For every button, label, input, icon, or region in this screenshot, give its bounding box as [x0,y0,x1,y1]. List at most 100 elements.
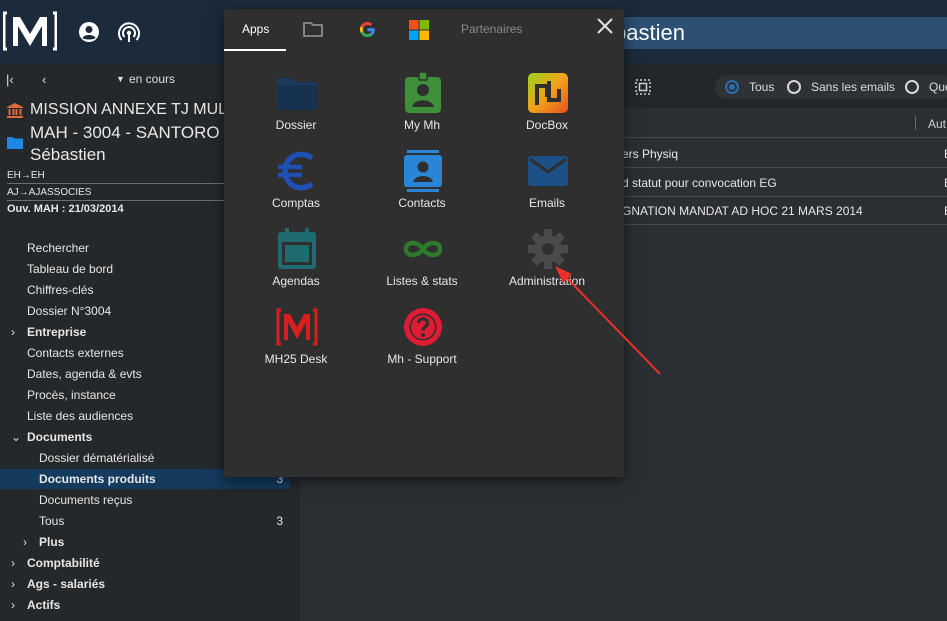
apps-launcher-popup: Apps Partenaires Dossier My Mh DocBox Co… [224,9,624,477]
sidebar-item-label: Contacts externes [27,346,124,360]
row-title: d statut pour convocation EG [622,176,777,190]
dropdown-caret-icon[interactable]: ▼ [116,74,125,84]
chevron-right-icon[interactable]: › [11,322,15,342]
app-label: Listes & stats [386,274,458,288]
chevron-right-icon[interactable]: › [11,553,15,573]
sidebar-item-label: Comptabilité [27,556,100,570]
case-opened-date: Ouv. MAH : 21/03/2014 [7,203,124,215]
filter-radio-group: Tous Sans les emails Que [715,75,947,99]
radio-sans-emails[interactable] [787,80,801,94]
badge-icon [405,72,441,113]
docbox-icon [528,73,568,113]
sidebar-item-ags-salari-s[interactable]: › Ags - salariés [0,574,290,594]
user-icon[interactable] [78,21,100,43]
help-icon [404,308,442,346]
app-emails[interactable]: Emails [487,150,607,220]
google-icon [359,21,375,38]
app-label: DocBox [525,118,569,132]
contacts-icon [404,150,442,192]
case-line-2: AJ→AJASSOCIES [7,187,92,198]
app-administration[interactable]: Administration [487,228,607,298]
chevron-right-icon[interactable]: › [11,595,15,615]
mail-icon [528,156,568,186]
broadcast-icon[interactable] [118,21,140,43]
app-label: Agendas [272,274,320,288]
row-title: GNATION MANDAT AD HOC 21 MARS 2014 [622,204,863,218]
bank-icon [7,103,23,118]
sidebar-item-actifs[interactable]: › Actifs [0,595,290,615]
app-dossier[interactable]: Dossier [236,72,356,142]
sidebar-item-label: Documents produits [39,472,156,486]
folder-icon [303,22,323,37]
mh25-logo-icon [276,308,318,346]
app-logo[interactable] [3,10,57,52]
chevron-down-icon[interactable]: ⌄ [11,427,21,447]
sidebar-item-label: Plus [39,535,65,549]
sidebar-item-label: Chiffres-clés [27,283,94,297]
sidebar-item-label: Ags - salariés [27,577,106,591]
select-grid-icon[interactable] [635,79,651,95]
app-comptas[interactable]: Comptas [236,150,356,220]
app-my-mh[interactable]: My Mh [362,72,482,142]
euro-icon [278,151,314,191]
column-header-author[interactable]: Aut [928,117,946,131]
radio-label-que: Que [929,80,947,94]
radio-que[interactable] [905,80,919,94]
case-title-field: bastien [596,17,947,49]
app-mh25-desk[interactable]: MH25 Desk [236,306,356,376]
sidebar-item-label: Procès, instance [27,388,116,402]
microsoft-icon [409,20,429,40]
app-label: Emails [528,196,565,210]
sidebar-item-label: Tableau de bord [27,262,114,276]
close-icon[interactable] [596,17,614,35]
chevron-right-icon[interactable]: › [11,574,15,594]
sidebar-item-label: Rechercher [27,241,90,255]
sidebar-item-label: Dossier N°3004 [27,304,112,318]
radio-label-sans-emails: Sans les emails [811,80,896,94]
app-label: Administration [508,274,586,288]
sidebar-item-label: Actifs [27,598,61,612]
sidebar-item-tous[interactable]: Tous 3 [0,511,290,531]
folder-icon [277,78,317,110]
infinity-icon [403,240,443,258]
sidebar-item-documents-re-us[interactable]: Documents reçus [0,490,290,510]
tab-folders[interactable] [300,9,326,51]
row-title: ers Physiq [622,147,679,161]
tab-google[interactable] [356,9,380,51]
back-icon[interactable]: ‹ [42,72,46,87]
sidebar-item-plus[interactable]: › Plus [0,532,290,552]
sidebar-item-label: Dates, agenda & evts [27,367,142,381]
column-separator[interactable] [915,116,916,130]
app-label: Mh - Support [387,352,457,366]
sidebar-item-label: Documents reçus [39,493,133,507]
gear-icon [528,229,568,269]
radio-tous[interactable] [725,80,739,94]
app-docbox[interactable]: DocBox [487,72,607,142]
tab-apps-label: Apps [242,22,270,36]
sidebar-item-label: Liste des audiences [27,409,134,423]
folder-icon [7,137,23,149]
sidebar-item-label: Entreprise [27,325,87,339]
app-agendas[interactable]: Agendas [236,228,356,298]
tab-partenaires[interactable]: Partenaires [449,9,549,51]
sidebar-item-comptabilit[interactable]: › Comptabilité [0,553,290,573]
chevron-right-icon[interactable]: › [23,532,27,552]
sidebar-item-label: Tous [39,514,65,528]
radio-label-tous: Tous [749,80,775,94]
tab-apps[interactable]: Apps [224,9,286,51]
item-count: 3 [276,514,283,528]
tab-microsoft[interactable] [407,9,431,51]
app-label: Contacts [398,196,446,210]
first-page-icon[interactable]: |‹ [6,72,14,87]
app-label: Comptas [271,196,321,210]
period-selector[interactable]: en cours [129,72,175,86]
calendar-icon [278,228,316,269]
app-mh-support[interactable]: Mh - Support [362,306,482,376]
app-label: Dossier [275,118,317,132]
tab-partenaires-label: Partenaires [461,22,523,36]
case-line-1: EH→EH [7,170,45,181]
app-contacts[interactable]: Contacts [362,150,482,220]
app-listes-stats[interactable]: Listes & stats [362,228,482,298]
sidebar-item-label: Dossier dématérialisé [39,451,155,465]
app-label: My Mh [404,118,440,132]
